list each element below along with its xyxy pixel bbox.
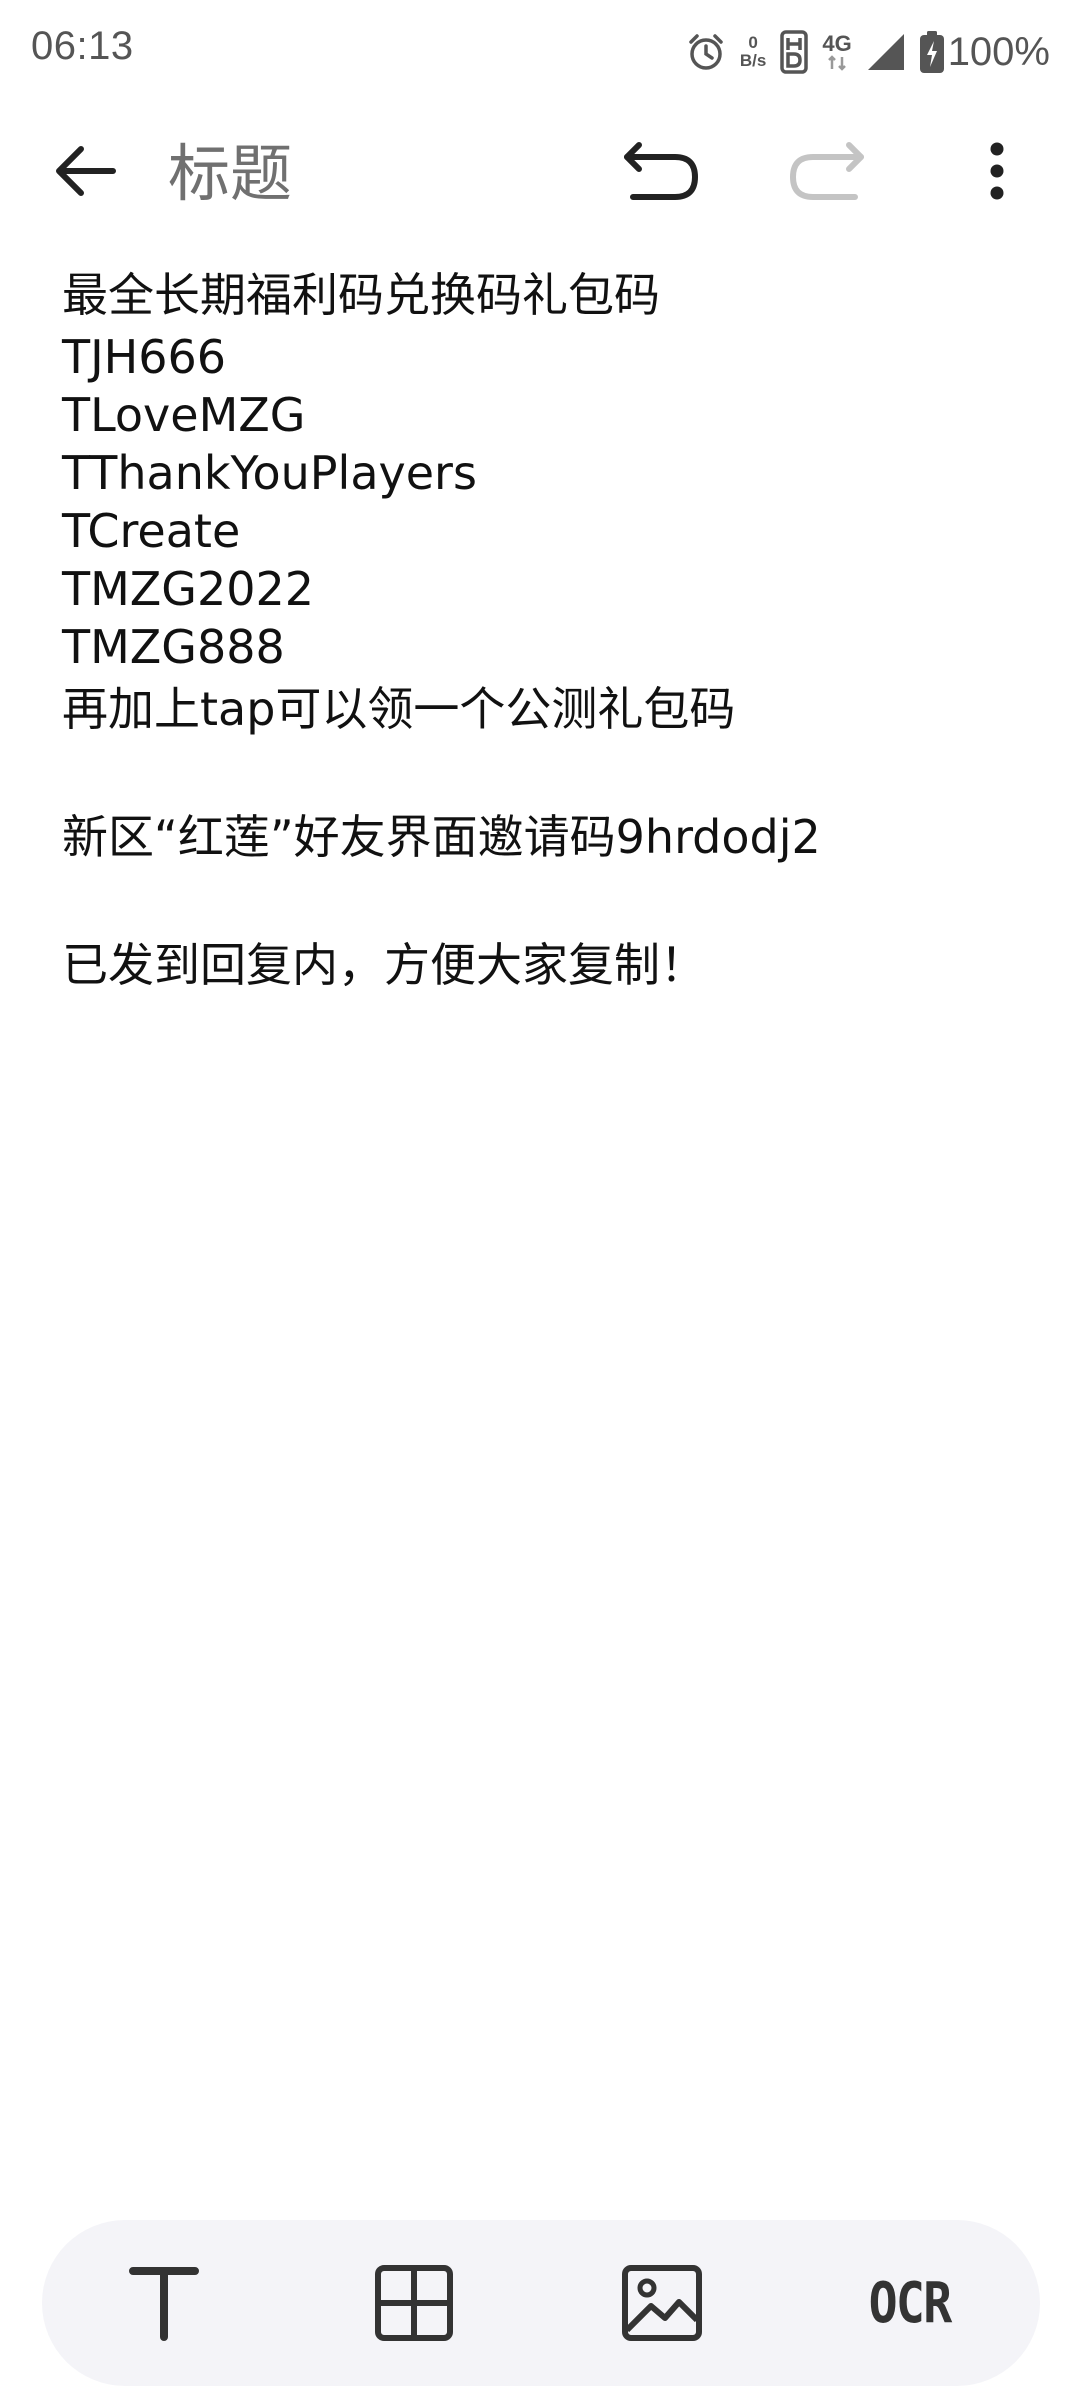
text-format-icon <box>129 2267 199 2341</box>
note-line: TLoveMZG <box>62 388 306 442</box>
battery-charging-icon <box>919 31 944 73</box>
editor-toolbar: 标题 <box>0 104 1080 244</box>
net-speed: 0 B/s <box>740 34 766 70</box>
note-content[interactable]: 最全长期福利码兑换码礼包码 TJH666 TLoveMZG TThankYouP… <box>62 262 1022 998</box>
network-type-label: 4G <box>822 31 852 56</box>
note-line: TCreate <box>62 504 241 558</box>
table-icon <box>375 2265 453 2341</box>
more-options-button[interactable] <box>942 116 1052 226</box>
network-type: 4G <box>822 31 852 71</box>
table-button[interactable] <box>354 2243 474 2363</box>
undo-button[interactable] <box>606 116 716 226</box>
undo-icon <box>624 142 698 200</box>
note-line: TMZG888 <box>62 620 285 674</box>
battery: 100% <box>919 29 1050 75</box>
note-line: 最全长期福利码兑换码礼包码 <box>62 268 660 322</box>
insert-image-button[interactable] <box>602 2243 722 2363</box>
back-arrow-icon <box>56 146 116 196</box>
status-time: 06:13 <box>31 24 134 68</box>
title-input[interactable]: 标题 <box>168 134 292 214</box>
redo-button[interactable] <box>772 116 882 226</box>
status-icons: 0 B/s 4G 100% <box>686 22 1050 82</box>
note-line: 已发到回复内，方便大家复制！ <box>62 938 706 992</box>
note-blank-line <box>62 742 1022 804</box>
image-icon <box>622 2265 702 2341</box>
note-line: 再加上tap可以领一个公测礼包码 <box>62 682 736 736</box>
note-line: TJH666 <box>62 330 227 384</box>
back-button[interactable] <box>30 116 140 226</box>
status-bar: 06:13 0 B/s 4G 100% <box>0 0 1080 104</box>
ocr-icon: OCR <box>869 2270 953 2336</box>
more-vert-icon <box>990 142 1004 200</box>
note-line: 新区“红莲”好友界面邀请码9hrdodj2 <box>62 810 821 864</box>
bottom-toolbar: OCR <box>42 2220 1040 2386</box>
battery-percent: 100% <box>947 29 1050 74</box>
note-line: TThankYouPlayers <box>62 446 477 500</box>
text-format-button[interactable] <box>104 2243 224 2363</box>
redo-icon <box>790 142 864 200</box>
net-speed-unit: B/s <box>739 51 767 70</box>
net-speed-value: 0 <box>748 33 758 52</box>
note-blank-line <box>62 870 1022 932</box>
ocr-button[interactable]: OCR <box>850 2243 970 2363</box>
signal-icon <box>866 32 906 72</box>
data-arrows-icon <box>828 55 846 71</box>
note-line: TMZG2022 <box>62 562 315 616</box>
hd-icon <box>780 30 809 74</box>
alarm-icon <box>686 32 726 72</box>
